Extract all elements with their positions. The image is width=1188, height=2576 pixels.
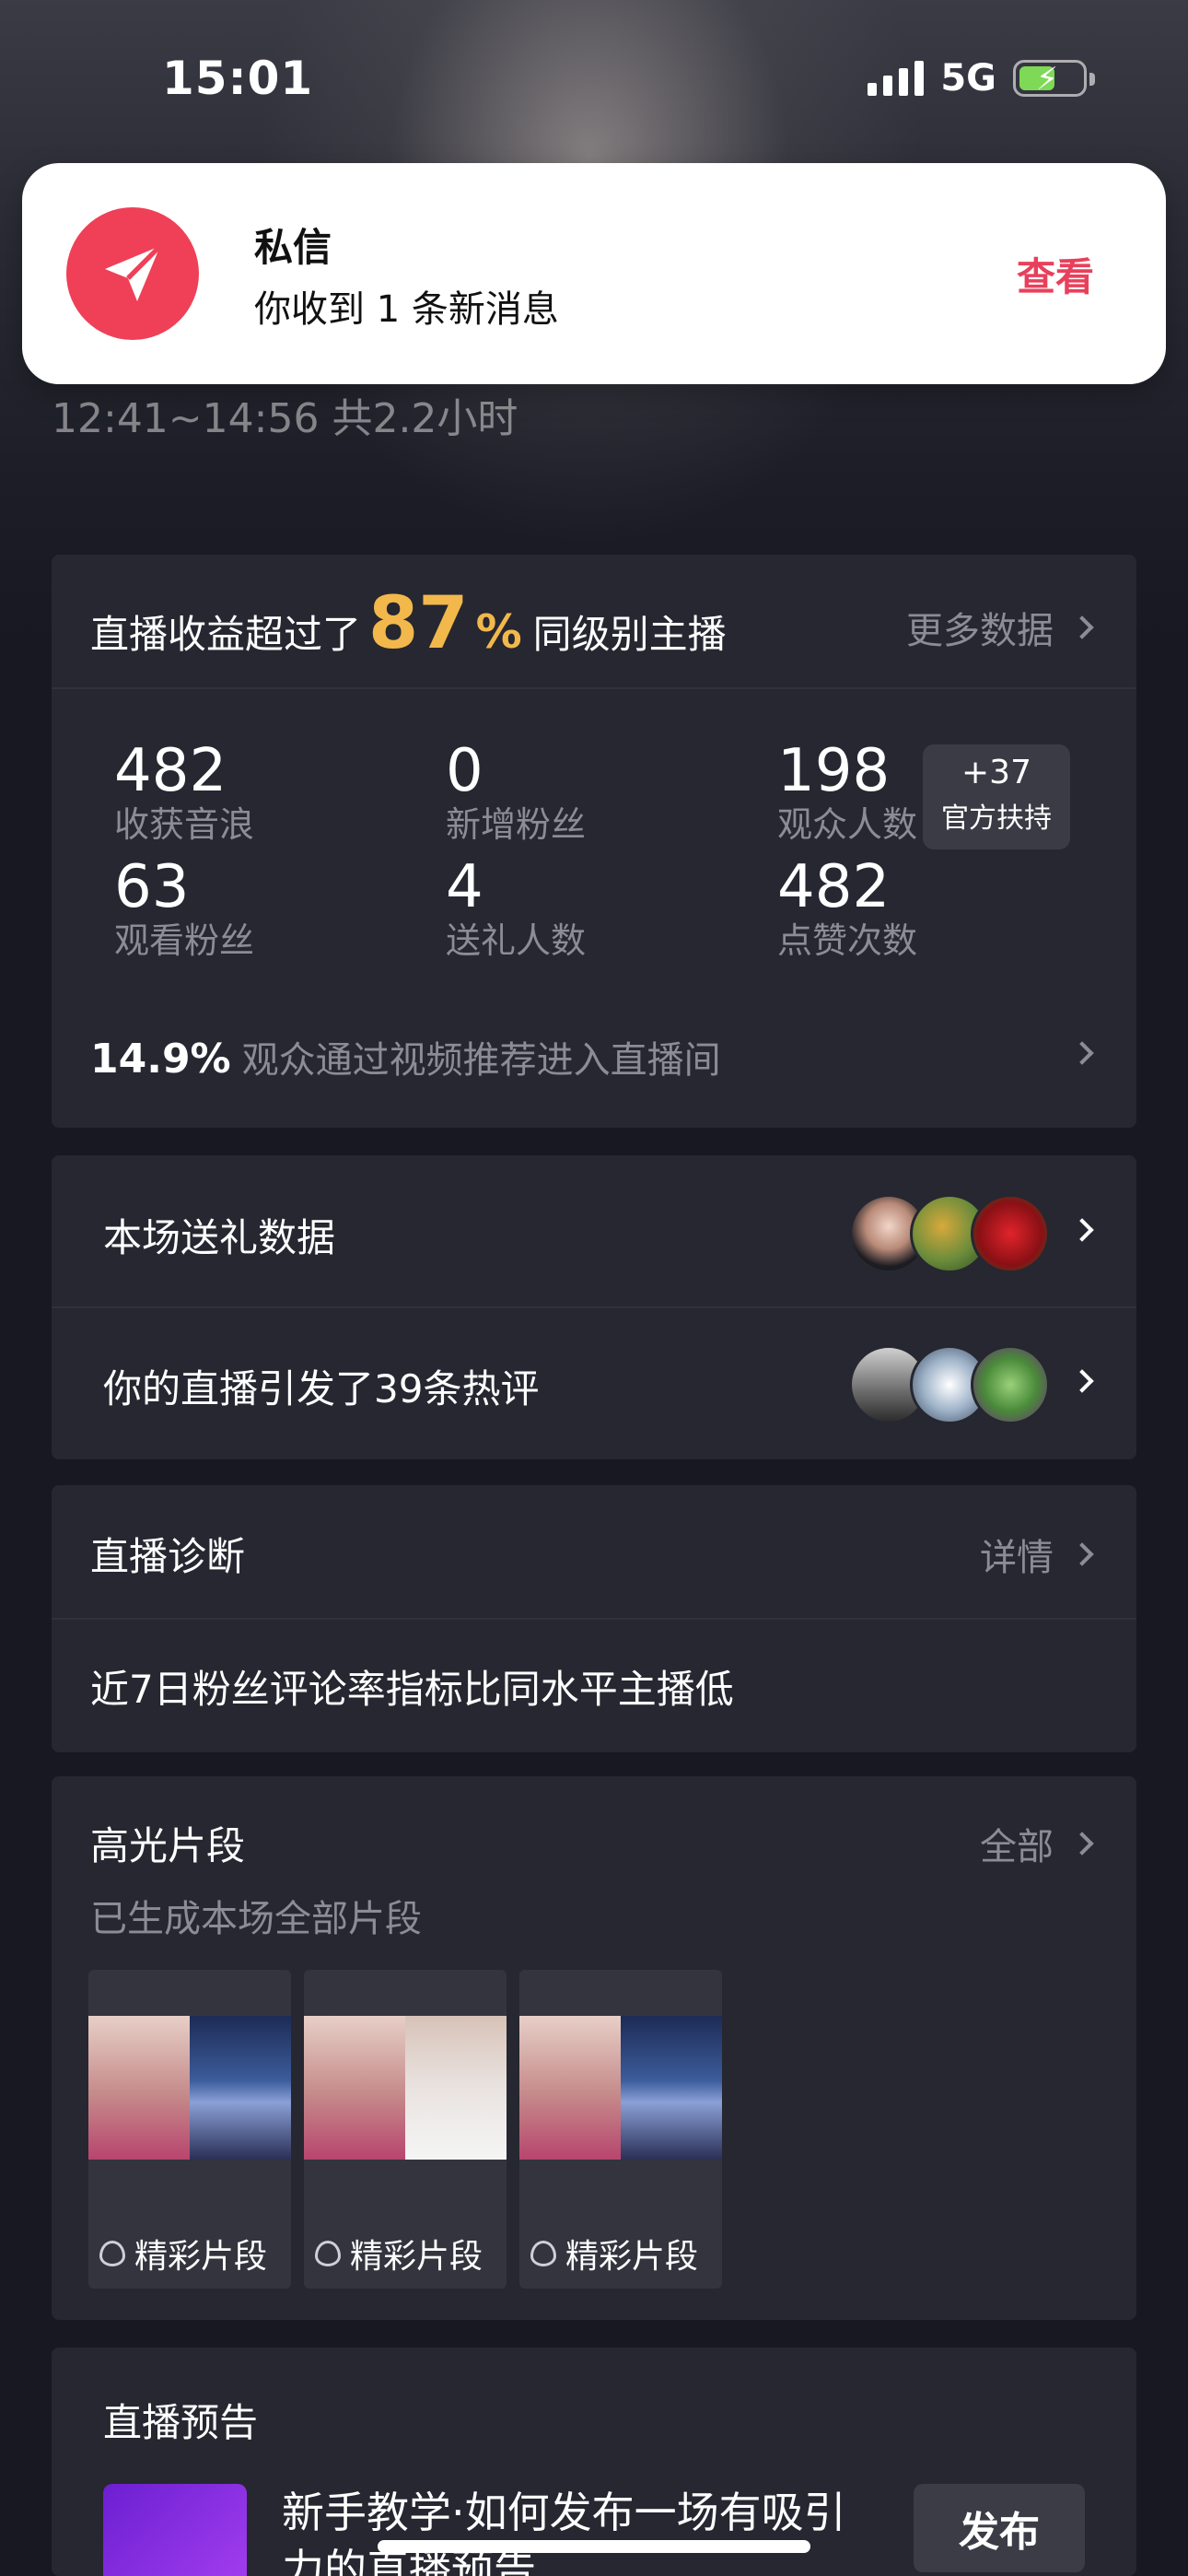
gift-avatars xyxy=(849,1194,1050,1273)
highlights-title: 高光片段 xyxy=(90,1823,246,1868)
preview-thumbnail xyxy=(103,2484,247,2576)
chevron-right-icon xyxy=(1070,1542,1094,1566)
chevron-right-icon xyxy=(1070,1832,1094,1856)
all-label: 全部 xyxy=(980,1826,1054,1868)
all-highlights-link[interactable]: 全部 xyxy=(980,1817,1094,1870)
stat-label: 送礼人数 xyxy=(446,920,587,961)
highlights-card: 高光片段 全部 已生成本场全部片段 精彩片段 精彩片段 精彩片段 xyxy=(52,1776,1136,2320)
flame-icon xyxy=(530,2241,556,2266)
clip-caption: 精彩片段 xyxy=(134,2238,268,2276)
diagnosis-title: 直播诊断 xyxy=(90,1534,246,1579)
stat-value: 482 xyxy=(114,737,227,805)
stat-label: 新增粉丝 xyxy=(446,804,587,845)
headline-suffix: 同级别主播 xyxy=(532,612,727,657)
stat-value: 482 xyxy=(777,853,891,921)
diagnosis-text: 近7日粉丝评论率指标比同水平主播低 xyxy=(90,1667,734,1712)
stat-label: 收获音浪 xyxy=(114,804,255,845)
highlight-clip[interactable]: 精彩片段 xyxy=(304,1970,507,2289)
hot-comments-row[interactable]: 你的直播引发了39条热评 xyxy=(103,1358,539,1414)
stat-new-fans: 0 新增粉丝 xyxy=(446,739,586,846)
battery-icon: ⚡ xyxy=(1013,60,1095,98)
stat-likes: 482 点赞次数 xyxy=(777,855,917,962)
chevron-right-icon[interactable] xyxy=(1070,1041,1094,1065)
stat-value: 198 xyxy=(777,737,891,805)
gift-comment-card: 本场送礼数据 你的直播引发了39条热评 xyxy=(52,1155,1136,1459)
avatar xyxy=(971,1345,1050,1424)
highlight-clip[interactable]: 精彩片段 xyxy=(519,1970,722,2289)
stat-fan-viewers: 63 观看粉丝 xyxy=(114,855,254,962)
notification-title: 私信 xyxy=(254,225,332,270)
chevron-right-icon xyxy=(1070,615,1094,639)
stat-label: 点赞次数 xyxy=(777,920,918,961)
avatar xyxy=(971,1194,1050,1273)
stat-label: 观众人数 xyxy=(777,804,918,845)
percent-sign: % xyxy=(475,605,522,659)
highlight-clip[interactable]: 精彩片段 xyxy=(88,1970,291,2289)
signal-icon xyxy=(868,61,925,96)
earnings-percent: 87 xyxy=(368,582,469,665)
flame-icon xyxy=(99,2241,125,2266)
diagnosis-details-link[interactable]: 详情 xyxy=(980,1528,1094,1581)
chevron-right-icon[interactable] xyxy=(1070,1369,1094,1393)
session-duration: 12:41~14:56 共2.2小时 xyxy=(52,395,518,442)
preview-tutorial-text[interactable]: 新手教学·如何发布一场有吸引力的直播预告 xyxy=(282,2484,871,2576)
view-button[interactable]: 查看 xyxy=(1017,246,1094,302)
clip-caption: 精彩片段 xyxy=(565,2238,699,2276)
stat-value: 0 xyxy=(446,737,483,805)
headline-prefix: 直播收益超过了 xyxy=(90,612,362,657)
recommend-entry-stat[interactable]: 14.9% 观众通过视频推荐进入直播间 xyxy=(90,1030,721,1083)
preview-title: 直播预告 xyxy=(103,2400,259,2445)
notification-body: 你收到 1 条新消息 xyxy=(254,288,559,331)
recommend-percent: 14.9% xyxy=(90,1036,231,1083)
status-indicators: 5G ⚡ xyxy=(868,57,1095,100)
publish-button[interactable]: 发布 xyxy=(914,2484,1085,2572)
stat-value: 4 xyxy=(446,853,483,921)
highlight-clips: 精彩片段 精彩片段 精彩片段 xyxy=(88,1970,722,2289)
badge-value: +37 xyxy=(961,754,1031,791)
stat-value: 63 xyxy=(114,853,190,921)
comment-avatars xyxy=(849,1345,1050,1424)
status-time: 15:01 xyxy=(162,52,314,105)
gift-data-row[interactable]: 本场送礼数据 xyxy=(103,1207,335,1263)
flame-icon xyxy=(315,2241,341,2266)
badge-label: 官方扶持 xyxy=(941,802,1052,835)
stat-gifters: 4 送礼人数 xyxy=(446,855,586,962)
highlights-subtitle: 已生成本场全部片段 xyxy=(90,1898,422,1940)
network-type: 5G xyxy=(940,57,996,100)
details-label: 详情 xyxy=(980,1537,1054,1579)
send-icon xyxy=(66,207,199,340)
chevron-right-icon[interactable] xyxy=(1070,1218,1094,1242)
earnings-headline: 直播收益超过了 87 % 同级别主播 xyxy=(90,582,727,665)
clip-caption: 精彩片段 xyxy=(350,2238,483,2276)
stat-viewers: 198 观众人数 xyxy=(777,739,917,846)
message-notification[interactable]: 私信 你收到 1 条新消息 查看 xyxy=(22,163,1166,384)
more-data-label: 更多数据 xyxy=(906,610,1054,652)
stat-sound-waves: 482 收获音浪 xyxy=(114,739,254,846)
stat-label: 观看粉丝 xyxy=(114,920,255,961)
live-summary-card: 直播收益超过了 87 % 同级别主播 更多数据 482 收获音浪 0 新增粉丝 … xyxy=(52,555,1136,1128)
live-diagnosis-card: 直播诊断 详情 近7日粉丝评论率指标比同水平主播低 xyxy=(52,1485,1136,1752)
official-support-badge: +37 官方扶持 xyxy=(923,744,1070,849)
home-indicator[interactable] xyxy=(378,2540,810,2553)
more-data-link[interactable]: 更多数据 xyxy=(906,601,1094,654)
recommend-text: 观众通过视频推荐进入直播间 xyxy=(241,1039,721,1082)
